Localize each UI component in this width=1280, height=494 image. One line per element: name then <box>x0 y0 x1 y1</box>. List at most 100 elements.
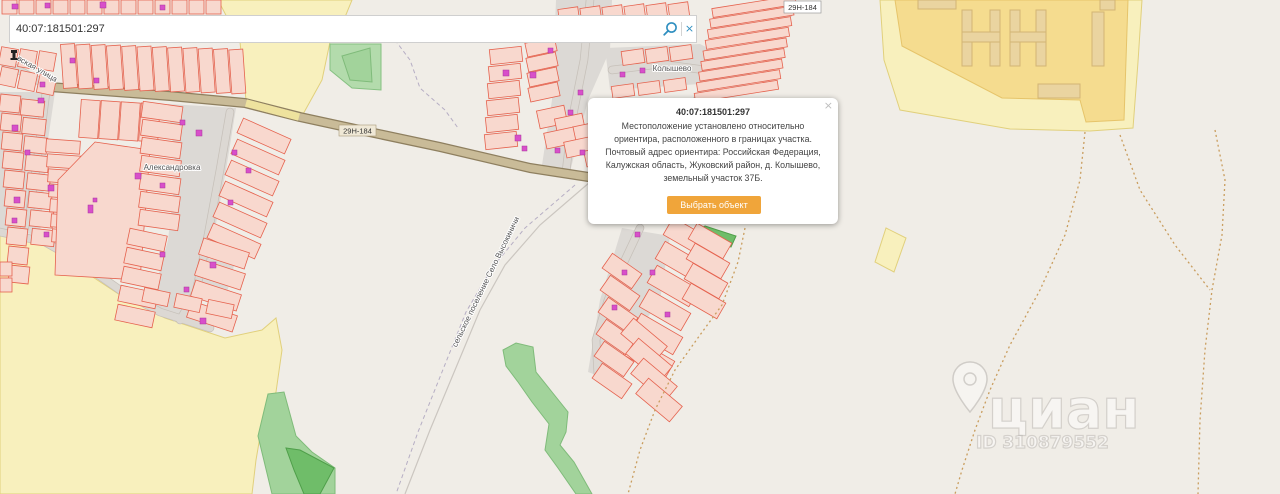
search-bar: × <box>9 15 697 43</box>
building <box>44 2 51 9</box>
land-parcel[interactable] <box>4 207 28 228</box>
building <box>199 317 207 325</box>
land-parcel[interactable] <box>18 0 35 15</box>
land-parcel[interactable] <box>25 172 52 192</box>
building <box>639 67 646 74</box>
building <box>43 231 50 238</box>
land-parcel[interactable] <box>121 45 140 91</box>
land-parcel[interactable] <box>486 79 522 100</box>
search-input[interactable] <box>10 16 650 42</box>
land-parcel[interactable] <box>28 209 55 229</box>
land-parcel[interactable] <box>0 131 24 152</box>
land-parcel[interactable] <box>137 0 154 15</box>
land-parcel[interactable] <box>105 44 124 91</box>
land-parcel[interactable] <box>24 153 50 174</box>
land-parcel[interactable] <box>636 80 662 96</box>
building <box>547 47 554 54</box>
land-parcel[interactable] <box>16 69 39 93</box>
clear-search-button[interactable]: × <box>683 20 696 38</box>
land-parcel[interactable] <box>182 47 201 93</box>
land-parcel[interactable] <box>0 261 13 277</box>
building <box>245 167 252 174</box>
village-label-west: Александровка <box>144 163 201 172</box>
map-canvas[interactable]: 29Н-184 29Н-184 Александровка Колышево в… <box>0 0 1280 494</box>
building <box>24 149 31 156</box>
building <box>13 196 21 204</box>
land-parcel[interactable] <box>21 116 47 137</box>
land-parcel[interactable] <box>98 100 121 141</box>
building <box>514 134 522 142</box>
industrial-building <box>1099 0 1116 11</box>
building <box>231 149 238 156</box>
building <box>554 147 561 154</box>
building <box>93 77 100 84</box>
building <box>619 71 626 78</box>
land-parcel[interactable] <box>90 44 109 90</box>
land-parcel[interactable] <box>60 43 78 89</box>
building <box>529 71 537 79</box>
land-parcel[interactable] <box>620 48 646 66</box>
industrial-building <box>961 31 1001 43</box>
land-parcel[interactable] <box>483 130 519 151</box>
land-parcel[interactable] <box>171 0 188 15</box>
object-popup: × 40:07:181501:297 Местоположение устано… <box>588 98 838 224</box>
building <box>99 1 107 9</box>
road-label-north: 29Н-184 <box>783 0 822 14</box>
building <box>92 197 98 203</box>
building <box>634 231 641 238</box>
land-parcel[interactable] <box>484 113 520 134</box>
map-app: 29Н-184 29Н-184 Александровка Колышево в… <box>0 0 1280 494</box>
land-parcel[interactable] <box>69 0 86 15</box>
building <box>134 172 142 180</box>
land-parcel[interactable] <box>0 112 23 133</box>
land-parcel[interactable] <box>662 77 688 93</box>
building <box>577 89 584 96</box>
land-parcel[interactable] <box>0 46 19 68</box>
building <box>159 182 166 189</box>
watermark-brand: циан <box>988 378 1140 441</box>
building <box>209 261 217 269</box>
building <box>521 145 528 152</box>
search-divider <box>681 22 682 36</box>
land-parcel[interactable] <box>0 93 22 114</box>
land-parcel[interactable] <box>213 48 231 94</box>
land-parcel[interactable] <box>488 45 524 66</box>
building <box>47 184 55 192</box>
land-parcel[interactable] <box>45 138 81 155</box>
industrial-building <box>1091 11 1105 67</box>
land-parcel[interactable] <box>52 0 69 15</box>
industrial-building <box>917 0 957 10</box>
building <box>621 269 628 276</box>
land-parcel[interactable] <box>610 83 636 99</box>
building <box>183 286 190 293</box>
land-parcel[interactable] <box>2 169 26 190</box>
land-parcel[interactable] <box>197 47 216 94</box>
road-label-text: 29Н-184 <box>343 127 372 136</box>
building <box>579 149 586 156</box>
building <box>649 269 656 276</box>
building <box>11 124 19 132</box>
select-object-button[interactable]: Выбрать объект <box>667 196 761 214</box>
land-parcel[interactable] <box>205 0 222 15</box>
land-parcel[interactable] <box>120 0 137 15</box>
land-parcel[interactable] <box>78 98 101 140</box>
land-parcel[interactable] <box>228 48 247 95</box>
land-parcel[interactable] <box>1 150 25 171</box>
land-parcel[interactable] <box>75 43 94 90</box>
land-parcel[interactable] <box>485 96 521 117</box>
building <box>69 57 76 64</box>
land-parcel[interactable] <box>136 45 155 92</box>
land-parcel[interactable] <box>668 44 694 62</box>
land-parcel[interactable] <box>118 101 141 142</box>
land-parcel[interactable] <box>0 65 20 89</box>
land-parcel[interactable] <box>644 46 670 64</box>
land-parcel[interactable] <box>167 46 186 93</box>
land-parcel[interactable] <box>5 226 29 247</box>
village-label-center: Колышево <box>653 64 692 73</box>
land-parcel[interactable] <box>0 277 13 293</box>
land-parcel[interactable] <box>151 46 170 92</box>
building <box>502 69 510 77</box>
search-button[interactable] <box>662 21 678 37</box>
land-parcel[interactable] <box>188 0 205 15</box>
building <box>611 304 618 311</box>
